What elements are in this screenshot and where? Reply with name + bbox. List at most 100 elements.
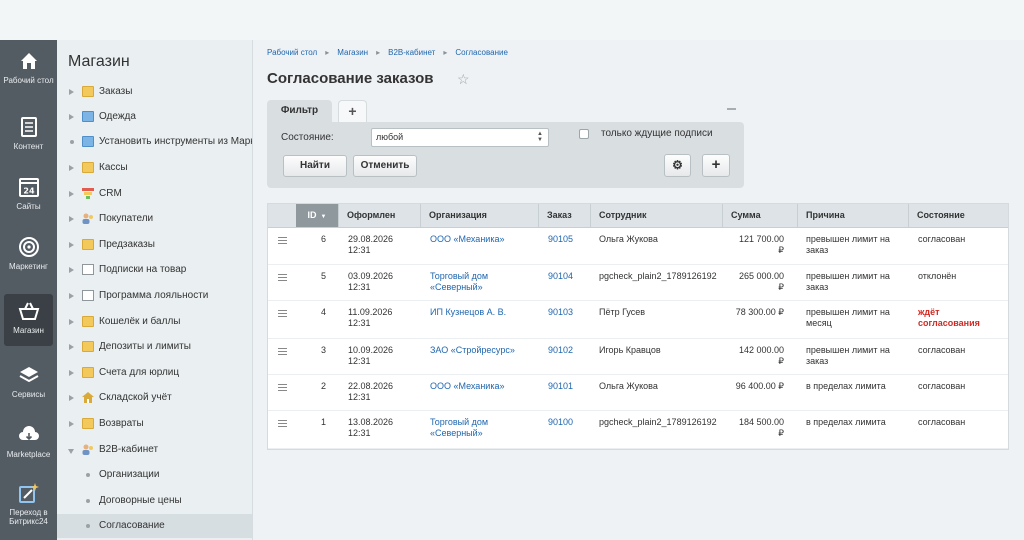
menu-item-approval[interactable]: Согласование bbox=[57, 514, 252, 538]
menu-item-returns[interactable]: Возвраты bbox=[57, 412, 252, 436]
rail-label: Магазин bbox=[13, 326, 44, 335]
menu-item-label: Установить инструменты из Маркетплейса bbox=[99, 136, 252, 147]
cell-organization[interactable]: ЗАО «Стройресурс» bbox=[430, 345, 515, 356]
menu-item-contract-prices[interactable]: Договорные цены bbox=[57, 489, 252, 513]
menu-item-marketplace-tools[interactable]: Установить инструменты из Маркетплейса bbox=[57, 130, 252, 154]
cancel-button[interactable]: Отменить bbox=[353, 155, 417, 177]
column-employee[interactable]: Сотрудник bbox=[590, 204, 722, 227]
column-date[interactable]: Оформлен bbox=[338, 204, 420, 227]
cell-status: отклонён bbox=[918, 271, 957, 281]
expand-arrow-icon[interactable] bbox=[69, 165, 74, 171]
menu-item-invoices[interactable]: Счета для юрлиц bbox=[57, 361, 252, 385]
rail-item-content[interactable]: Контент bbox=[0, 116, 57, 151]
expand-arrow-icon[interactable] bbox=[69, 344, 74, 350]
table-row[interactable]: 2 22.08.2026 12:31 ООО «Механика» 90101 Ольга… bbox=[268, 375, 1008, 411]
menu-item-preorders[interactable]: Предзаказы bbox=[57, 233, 252, 257]
rail-item-desktop[interactable]: Рабочий стол bbox=[0, 50, 57, 85]
breadcrumb-link[interactable]: Рабочий стол bbox=[267, 48, 317, 57]
breadcrumb: Рабочий стол ▸ Магазин ▸ B2B-кабинет ▸ Согласо… bbox=[267, 48, 508, 57]
row-menu-icon[interactable] bbox=[278, 237, 287, 244]
menu-item-cashboxes[interactable]: Кассы bbox=[57, 156, 252, 180]
waiting-signature-checkbox[interactable] bbox=[579, 129, 589, 139]
state-select-value: любой bbox=[376, 132, 404, 142]
cell-organization[interactable]: Торговый дом «Северный» bbox=[430, 271, 488, 293]
cell-status: согласован bbox=[918, 234, 966, 244]
row-menu-icon[interactable] bbox=[278, 420, 287, 427]
filter-tab[interactable]: Фильтр bbox=[267, 100, 332, 122]
breadcrumb-link[interactable]: Магазин bbox=[337, 48, 368, 57]
menu-item-subscriptions[interactable]: Подписки на товар bbox=[57, 258, 252, 282]
cell-order[interactable]: 90105 bbox=[548, 234, 573, 245]
menu-item-organizations[interactable]: Организации bbox=[57, 463, 252, 487]
row-menu-icon[interactable] bbox=[278, 348, 287, 355]
state-select[interactable]: любой ▲ ▼ bbox=[371, 128, 549, 147]
menu-item-label: Складской учёт bbox=[99, 392, 172, 403]
menu-item-loyalty[interactable]: Программа лояльности bbox=[57, 284, 252, 308]
table-row[interactable]: 4 11.09.2026 12:31 ИП Кузнецов А. В. 90103 Пё… bbox=[268, 301, 1008, 339]
rail-item-marketing[interactable]: Маркетинг bbox=[0, 236, 57, 271]
rail-item-sites[interactable]: 24 Сайты bbox=[0, 176, 57, 211]
cell-organization[interactable]: ИП Кузнецов А. В. bbox=[430, 307, 506, 318]
expand-arrow-icon[interactable] bbox=[69, 216, 74, 222]
expand-arrow-icon[interactable] bbox=[69, 191, 74, 197]
table-row[interactable]: 6 29.08.2026 12:31 ООО «Механика» 90105 Ольга… bbox=[268, 228, 1008, 265]
cell-order[interactable]: 90102 bbox=[548, 345, 573, 356]
top-bar bbox=[0, 0, 1024, 40]
menu-item-wallet[interactable]: Кошелёк и баллы bbox=[57, 310, 252, 334]
column-status[interactable]: Состояние bbox=[908, 204, 1008, 227]
cell-organization[interactable]: Торговый дом «Северный» bbox=[430, 417, 488, 439]
expand-arrow-icon[interactable] bbox=[69, 89, 74, 95]
column-order[interactable]: Заказ bbox=[538, 204, 590, 227]
table-row[interactable]: 5 03.09.2026 12:31 Торговый дом «Северный» 90… bbox=[268, 265, 1008, 301]
favorite-star-icon[interactable]: ☆ bbox=[457, 71, 470, 88]
table-row[interactable]: 1 13.08.2026 12:31 Торговый дом «Северный» 90… bbox=[268, 411, 1008, 449]
cell-reason: превышен лимит на заказ bbox=[806, 345, 890, 366]
rail-item-marketplace[interactable]: Marketplace bbox=[0, 424, 57, 459]
row-menu-icon[interactable] bbox=[278, 274, 287, 281]
menu-item-label: Одежда bbox=[99, 111, 136, 122]
row-menu-icon[interactable] bbox=[278, 310, 287, 317]
add-filter-tab-button[interactable]: + bbox=[338, 100, 367, 122]
expand-arrow-icon[interactable] bbox=[69, 421, 74, 427]
rail-item-bitrix24[interactable]: Переход в Битрикс24 bbox=[0, 482, 57, 526]
menu-item-orders[interactable]: Заказы bbox=[57, 80, 252, 104]
cell-order[interactable]: 90100 bbox=[548, 417, 573, 428]
menu-item-warehouse[interactable]: Складской учёт bbox=[57, 386, 252, 410]
expand-arrow-icon[interactable] bbox=[69, 395, 74, 401]
cell-order[interactable]: 90103 bbox=[548, 307, 573, 318]
menu-item-b2b[interactable]: B2B-кабинет bbox=[57, 438, 252, 462]
menu-item-label: Покупатели bbox=[99, 213, 154, 224]
main-content: Рабочий стол ▸ Магазин ▸ B2B-кабинет ▸ Согласо… bbox=[253, 40, 1024, 540]
settings-gear-button[interactable]: ⚙ bbox=[664, 154, 691, 177]
rail-item-services[interactable]: Сервисы bbox=[0, 364, 57, 399]
expand-arrow-icon[interactable] bbox=[69, 370, 74, 376]
menu-item-deposits[interactable]: Депозиты и лимиты bbox=[57, 335, 252, 359]
menu-item-customers[interactable]: Покупатели bbox=[57, 207, 252, 231]
left-nav-rail: Рабочий стол Контент 24 Сайты Маркетинг … bbox=[0, 40, 57, 540]
cell-order[interactable]: 90101 bbox=[548, 381, 573, 392]
cell-organization[interactable]: ООО «Механика» bbox=[430, 234, 504, 245]
table-row[interactable]: 3 10.09.2026 12:31 ЗАО «Стройресурс» 90102 Иг… bbox=[268, 339, 1008, 375]
expand-arrow-icon[interactable] bbox=[69, 293, 74, 299]
expand-arrow-icon[interactable] bbox=[69, 267, 74, 273]
column-organization[interactable]: Организация bbox=[420, 204, 538, 227]
column-reason[interactable]: Причина bbox=[797, 204, 908, 227]
expand-arrow-icon[interactable] bbox=[69, 242, 74, 248]
breadcrumb-link[interactable]: B2B-кабинет bbox=[388, 48, 435, 57]
column-id[interactable]: ID ▼ bbox=[296, 204, 338, 227]
rail-item-shop[interactable]: Магазин bbox=[4, 294, 53, 346]
menu-item-crm[interactable]: CRM bbox=[57, 182, 252, 206]
column-sum[interactable]: Сумма bbox=[722, 204, 797, 227]
expand-arrow-icon[interactable] bbox=[69, 319, 74, 325]
collapse-arrow-icon[interactable] bbox=[68, 449, 74, 454]
breadcrumb-link[interactable]: Согласование bbox=[455, 48, 508, 57]
expand-arrow-icon[interactable] bbox=[69, 114, 74, 120]
bullet-icon bbox=[86, 499, 90, 503]
cell-organization[interactable]: ООО «Механика» bbox=[430, 381, 504, 392]
menu-item-clothes[interactable]: Одежда bbox=[57, 105, 252, 129]
cell-order[interactable]: 90104 bbox=[548, 271, 573, 282]
add-filter-button[interactable]: + bbox=[702, 154, 730, 177]
find-button[interactable]: Найти bbox=[283, 155, 347, 177]
row-menu-icon[interactable] bbox=[278, 384, 287, 391]
collapse-filter-icon[interactable] bbox=[727, 108, 736, 110]
